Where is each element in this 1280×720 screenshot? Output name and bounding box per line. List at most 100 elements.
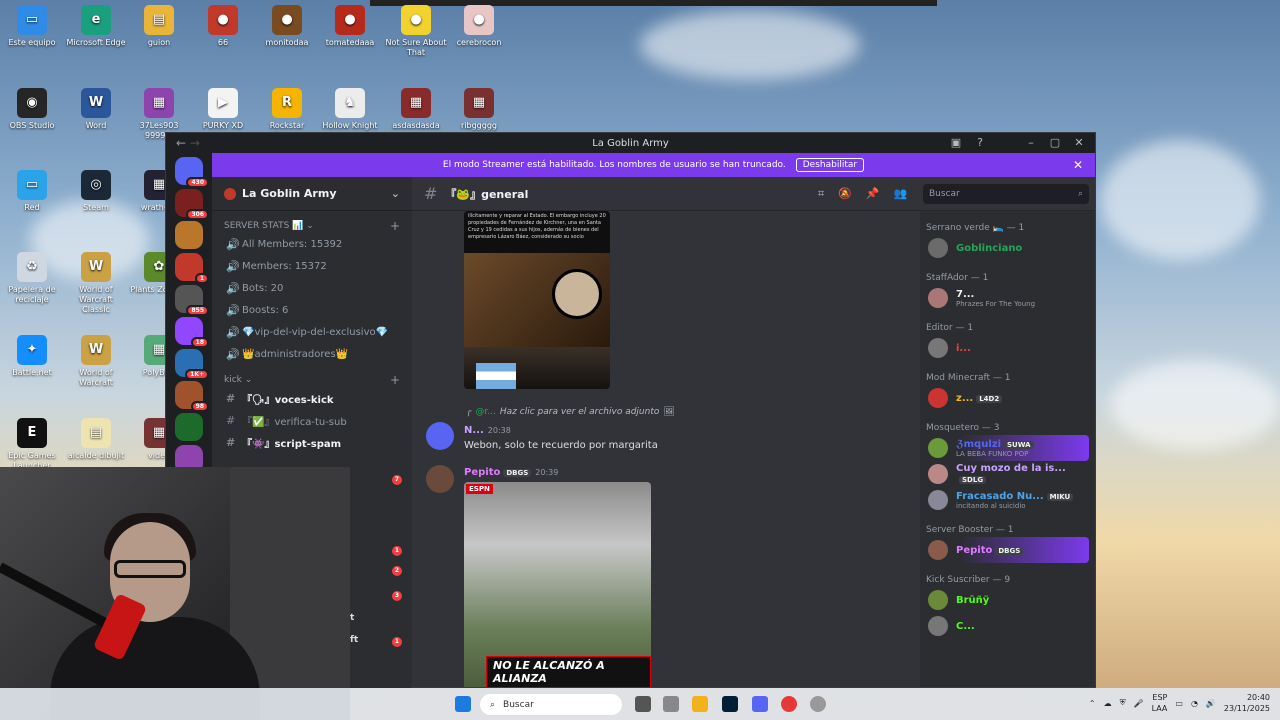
server-icon[interactable]: 430: [175, 157, 209, 188]
member-item[interactable]: Cuy mozo de la is...SDLG: [926, 461, 1089, 487]
desktop-icon[interactable]: ✦ Battle.net: [0, 335, 64, 378]
football-image-attachment[interactable]: ESPN NO LE ALCANZÓ A ALIANZA: [464, 482, 651, 687]
photoshop-icon[interactable]: [722, 696, 738, 712]
close-button[interactable]: ✕: [1067, 133, 1091, 153]
desktop-icon[interactable]: ♞ Hollow Knight: [318, 88, 382, 131]
desktop-icon[interactable]: W World of Warcraft Classic: [64, 252, 128, 315]
threads-icon[interactable]: ⌗: [818, 187, 824, 201]
desktop-icon[interactable]: ● 66: [191, 5, 255, 48]
message-author[interactable]: Pepito DBGS 20:39: [464, 467, 558, 478]
member-item[interactable]: Pepito DBGS: [926, 537, 1089, 563]
reply-preview[interactable]: ╭ @r... Haz clic para ver el archivo adj…: [466, 407, 675, 417]
member-item[interactable]: ℨmqulzi SUWA LA BEBA FUNKO POP: [926, 435, 1089, 461]
mute-icon[interactable]: 🔕: [838, 187, 852, 201]
server-icon[interactable]: 855: [175, 285, 209, 316]
desktop-icon[interactable]: ▦ asdasdasda: [384, 88, 448, 131]
desktop-icon[interactable]: ◉ OBS Studio: [0, 88, 64, 131]
disable-streamer-button[interactable]: Deshabilitar: [795, 158, 865, 172]
desktop-icon-label: cerebrocon: [456, 38, 502, 47]
chevron-up-icon[interactable]: ⌃: [1089, 699, 1096, 708]
server-icon[interactable]: [175, 221, 203, 249]
channel-item[interactable]: 🔊 Bots: 20: [212, 277, 412, 299]
server-icon[interactable]: 98: [175, 381, 209, 412]
help-icon[interactable]: ?: [977, 136, 983, 149]
member-item[interactable]: z... L4D2: [926, 385, 1089, 411]
desktop-icon[interactable]: ▭ Este equipo: [0, 5, 64, 48]
desktop-icon[interactable]: ♻ Papelera de reciclaje: [0, 252, 64, 305]
volume-icon[interactable]: 🔊: [1206, 699, 1216, 708]
channel-category[interactable]: SERVER STATS 📊 ⌄ +: [212, 219, 412, 233]
avatar[interactable]: [426, 422, 454, 450]
folder-icon[interactable]: [692, 696, 708, 712]
desktop-icon[interactable]: ● tomatedaaa: [318, 5, 382, 48]
desktop-icon[interactable]: e Microsoft Edge: [64, 5, 128, 48]
desktop-icon[interactable]: ▦ ribggggg: [447, 88, 511, 131]
member-item[interactable]: Brūñÿ: [926, 587, 1089, 613]
member-item[interactable]: C...: [926, 613, 1089, 639]
server-header[interactable]: La Goblin Army ⌄: [212, 177, 412, 211]
desktop-icon[interactable]: W Word: [64, 88, 128, 131]
desktop-icon-label: World of Warcraft: [79, 368, 113, 387]
maximize-button[interactable]: ▢: [1043, 133, 1067, 153]
channel-category[interactable]: kick ⌄ +: [212, 373, 412, 387]
news-image-attachment[interactable]: ilícitamente y reparar al Estado. El emb…: [464, 211, 610, 389]
channel-item[interactable]: 🔊 All Members: 15392: [212, 233, 412, 255]
network-icon[interactable]: ▭: [1175, 699, 1183, 708]
webcam-overlay: [0, 467, 350, 720]
add-channel-icon[interactable]: +: [390, 373, 400, 387]
role-header: Mosquetero — 3: [926, 423, 1000, 433]
server-icon[interactable]: 1K+: [175, 349, 209, 380]
taskbar-search[interactable]: ⌕ Buscar: [480, 694, 622, 715]
desktop-icon[interactable]: ▶ PURKY XD: [191, 88, 255, 131]
task-view-icon[interactable]: [635, 696, 651, 712]
desktop-icon[interactable]: ◎ Steam: [64, 170, 128, 213]
message-author[interactable]: N... 20:38: [464, 425, 511, 436]
channel-label-partial[interactable]: t: [350, 613, 354, 623]
channel-item[interactable]: 🔊 💎vip-del-vip-del-exclusivo💎: [212, 321, 412, 343]
wifi-icon[interactable]: ◔: [1191, 699, 1198, 708]
channel-item[interactable]: # 『✅』verifica-tu-sub: [212, 409, 412, 431]
members-icon[interactable]: 👥: [894, 187, 908, 201]
server-icon[interactable]: 306: [175, 189, 209, 220]
minimize-button[interactable]: –: [1019, 133, 1043, 153]
clock[interactable]: 20:40 23/11/2025: [1224, 692, 1270, 714]
channel-item[interactable]: # 『🗣』voces-kick: [212, 387, 412, 409]
server-icon[interactable]: 1: [175, 253, 209, 284]
windows-start-icon[interactable]: [455, 696, 471, 712]
desktop-icon[interactable]: E Epic Games Launcher: [0, 418, 64, 471]
desktop-icon[interactable]: ▤ guion: [127, 5, 191, 48]
channel-item[interactable]: 🔊 👑administradores👑: [212, 343, 412, 365]
server-icon[interactable]: 18: [175, 317, 209, 348]
member-item[interactable]: Fracasado Nu... MIKU incitando al suicidio: [926, 487, 1089, 513]
member-item[interactable]: 7... Phrazes For The Young: [926, 285, 1089, 311]
app-icon[interactable]: [663, 696, 679, 712]
channel-item[interactable]: 🔊 Members: 15372: [212, 255, 412, 277]
channel-item[interactable]: # 『👾』script-spam: [212, 431, 412, 453]
desktop-icon[interactable]: ▭ Red: [0, 170, 64, 213]
member-item[interactable]: i...: [926, 335, 1089, 361]
desktop-icon[interactable]: ● monitodaa: [255, 5, 319, 48]
desktop-icon[interactable]: ▤ alcalde dibujit: [64, 418, 128, 461]
discord-icon[interactable]: [752, 696, 768, 712]
desktop-icon[interactable]: ● Not Sure About That: [384, 5, 448, 58]
add-channel-icon[interactable]: +: [390, 219, 400, 233]
cloud-icon[interactable]: ☁: [1104, 699, 1112, 708]
channel-label-partial[interactable]: ft: [350, 635, 358, 645]
shield-icon[interactable]: ⛨: [1120, 698, 1126, 708]
desktop-icon[interactable]: ● cerebrocon: [447, 5, 511, 48]
channel-item[interactable]: 🔊 Boosts: 6: [212, 299, 412, 321]
desktop-icon[interactable]: W World of Warcraft: [64, 335, 128, 388]
taskbar: ⌕ Buscar ⌃ ☁ ⛨ 🎤 ESP LAA ▭ ◔ 🔊 20:40 23/11…: [0, 688, 1280, 720]
inbox-icon[interactable]: ▣: [951, 136, 961, 149]
server-icon[interactable]: [175, 413, 203, 441]
member-item[interactable]: Goblinciano: [926, 235, 1089, 261]
pin-icon[interactable]: 📌: [866, 187, 880, 201]
search-input[interactable]: Buscar ⌕: [923, 184, 1089, 204]
app-icon: e: [81, 5, 111, 35]
mic-icon[interactable]: 🎤: [1134, 699, 1144, 708]
app-icon[interactable]: [810, 696, 826, 712]
chrome-icon[interactable]: [781, 696, 797, 712]
close-banner-icon[interactable]: ✕: [1073, 158, 1083, 172]
language-indicator[interactable]: ESP LAA: [1152, 692, 1168, 714]
avatar[interactable]: [426, 465, 454, 493]
